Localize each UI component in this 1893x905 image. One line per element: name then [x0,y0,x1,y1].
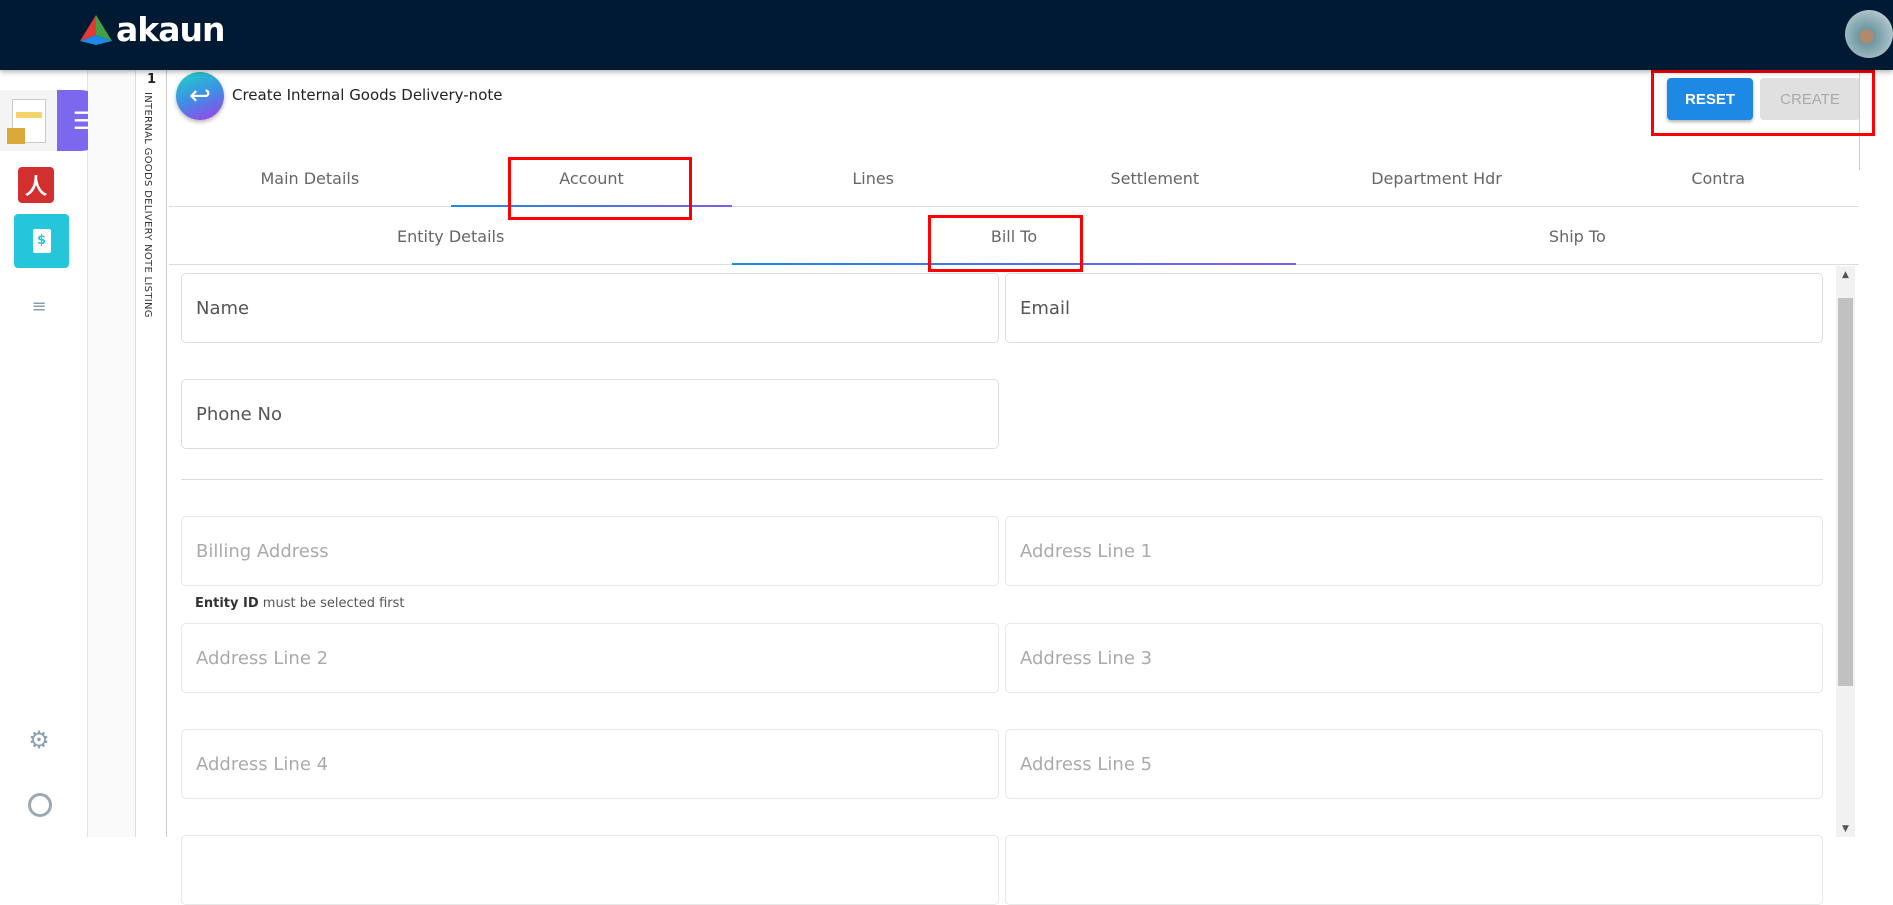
address-line-3-input[interactable]: Address Line 3 [1005,623,1823,693]
billing-address-select[interactable]: Billing Address [181,516,999,586]
address-line-4-input[interactable]: Address Line 4 [181,729,999,799]
address-line-2-input[interactable]: Address Line 2 [181,623,999,693]
divider [181,479,1823,480]
scroll-down-icon[interactable]: ▼ [1836,824,1855,834]
billing-hint: Entity ID must be selected first [195,596,405,611]
delivery-note-icon[interactable] [0,90,57,151]
hint-bold: Entity ID [195,596,259,611]
tab-account[interactable]: Account [450,151,733,207]
pdf-icon[interactable]: 人 [18,167,54,203]
hint-text: must be selected first [258,596,405,611]
tab-department-hdr[interactable]: Department Hdr [1296,151,1578,206]
tab-contra[interactable]: Contra [1577,151,1859,206]
tab-lines[interactable]: Lines [732,151,1014,206]
listing-label[interactable]: INTERNAL GOODS DELIVERY NOTE LISTING [142,92,153,318]
top-bar: akaun [0,0,1893,70]
back-arrow-icon[interactable]: ↩ [176,72,224,120]
gear-icon[interactable]: ⚙ [27,726,51,754]
tab-main-details[interactable]: Main Details [169,151,451,206]
sub-tabs: Entity Details Bill To Ship To [169,208,1859,265]
next-field[interactable] [181,835,999,905]
scrollbar-thumb[interactable] [1838,298,1853,686]
avatar[interactable] [1845,10,1893,58]
next-field[interactable] [1005,835,1823,905]
side-panel-strip [88,70,136,837]
name-input[interactable]: Name [181,273,999,343]
user-icon[interactable] [28,793,52,817]
content-border [1859,70,1860,170]
email-input[interactable]: Email [1005,273,1823,343]
list-icon[interactable]: ≡ [27,296,51,317]
address-line-5-input[interactable]: Address Line 5 [1005,729,1823,799]
billing-icon[interactable]: $ [14,214,69,268]
page-title: Create Internal Goods Delivery-note [232,86,503,104]
subtab-ship-to[interactable]: Ship To [1296,208,1859,264]
address-line-1-input[interactable]: Address Line 1 [1005,516,1823,586]
reset-button[interactable]: RESET [1667,78,1753,120]
subtab-bill-to[interactable]: Bill To [732,208,1296,265]
brand-logo: akaun [116,10,225,49]
sidebar: ☰ 人 $ ≡ ⚙ [0,70,110,837]
phone-input[interactable]: Phone No [181,379,999,449]
subtab-entity-details[interactable]: Entity Details [169,208,732,264]
main-tabs: Main Details Account Lines Settlement De… [169,151,1859,207]
scroll-up-icon[interactable]: ▲ [1836,270,1855,280]
create-button[interactable]: CREATE [1760,78,1860,120]
akaun-logo-icon [80,15,112,45]
tab-settlement[interactable]: Settlement [1014,151,1296,206]
listing-count: 1 [147,72,157,87]
